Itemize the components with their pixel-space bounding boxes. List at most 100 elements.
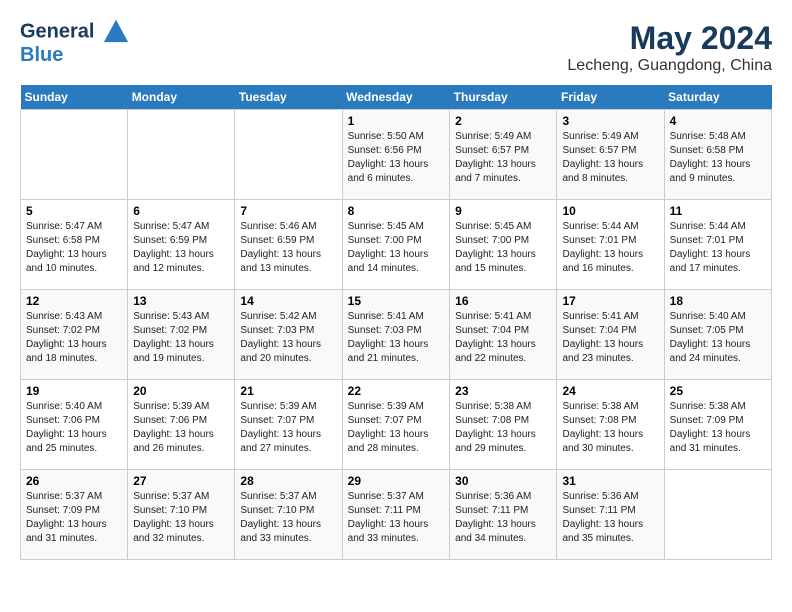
day-info: Sunrise: 5:45 AM Sunset: 7:00 PM Dayligh… <box>348 220 445 276</box>
day-info: Sunrise: 5:43 AM Sunset: 7:02 PM Dayligh… <box>133 310 229 366</box>
day-number: 7 <box>240 204 336 218</box>
day-number: 9 <box>455 204 551 218</box>
day-info: Sunrise: 5:38 AM Sunset: 7:08 PM Dayligh… <box>562 400 658 456</box>
calendar-cell <box>21 110 128 200</box>
calendar-cell <box>664 470 771 560</box>
day-number: 29 <box>348 474 445 488</box>
day-info: Sunrise: 5:50 AM Sunset: 6:56 PM Dayligh… <box>348 130 445 186</box>
calendar-cell: 29 Sunrise: 5:37 AM Sunset: 7:11 PM Dayli… <box>342 470 450 560</box>
dow-friday: Friday <box>557 85 664 110</box>
day-number: 12 <box>26 294 122 308</box>
calendar-cell: 26 Sunrise: 5:37 AM Sunset: 7:09 PM Dayli… <box>21 470 128 560</box>
days-of-week-row: SundayMondayTuesdayWednesdayThursdayFrid… <box>21 85 772 110</box>
day-number: 31 <box>562 474 658 488</box>
day-info: Sunrise: 5:39 AM Sunset: 7:07 PM Dayligh… <box>240 400 336 456</box>
calendar-cell: 25 Sunrise: 5:38 AM Sunset: 7:09 PM Dayli… <box>664 380 771 470</box>
calendar-cell: 7 Sunrise: 5:46 AM Sunset: 6:59 PM Daylig… <box>235 200 342 290</box>
calendar-cell: 17 Sunrise: 5:41 AM Sunset: 7:04 PM Dayli… <box>557 290 664 380</box>
calendar-cell: 22 Sunrise: 5:39 AM Sunset: 7:07 PM Dayli… <box>342 380 450 470</box>
day-info: Sunrise: 5:46 AM Sunset: 6:59 PM Dayligh… <box>240 220 336 276</box>
calendar-cell <box>128 110 235 200</box>
day-number: 11 <box>670 204 766 218</box>
calendar-cell: 14Sunrise: 5:42 AM Sunset: 7:03 PM Dayli… <box>235 290 342 380</box>
day-info: Sunrise: 5:37 AM Sunset: 7:09 PM Dayligh… <box>26 490 122 546</box>
week-row-5: 26 Sunrise: 5:37 AM Sunset: 7:09 PM Dayli… <box>21 470 772 560</box>
dow-thursday: Thursday <box>450 85 557 110</box>
day-info: Sunrise: 5:37 AM Sunset: 7:10 PM Dayligh… <box>133 490 229 546</box>
day-number: 26 <box>26 474 122 488</box>
day-info: Sunrise: 5:49 AM Sunset: 6:57 PM Dayligh… <box>455 130 551 186</box>
calendar-body: 1Sunrise: 5:50 AM Sunset: 6:56 PM Daylig… <box>21 110 772 560</box>
day-number: 20 <box>133 384 229 398</box>
dow-saturday: Saturday <box>664 85 771 110</box>
calendar-cell: 11 Sunrise: 5:44 AM Sunset: 7:01 PM Dayli… <box>664 200 771 290</box>
day-info: Sunrise: 5:37 AM Sunset: 7:10 PM Dayligh… <box>240 490 336 546</box>
day-number: 25 <box>670 384 766 398</box>
calendar-cell: 19 Sunrise: 5:40 AM Sunset: 7:06 PM Dayli… <box>21 380 128 470</box>
day-info: Sunrise: 5:38 AM Sunset: 7:09 PM Dayligh… <box>670 400 766 456</box>
calendar-cell: 13 Sunrise: 5:43 AM Sunset: 7:02 PM Dayli… <box>128 290 235 380</box>
day-number: 23 <box>455 384 551 398</box>
day-number: 21 <box>240 384 336 398</box>
day-info: Sunrise: 5:40 AM Sunset: 7:06 PM Dayligh… <box>26 400 122 456</box>
day-number: 24 <box>562 384 658 398</box>
calendar-cell: 23 Sunrise: 5:38 AM Sunset: 7:08 PM Dayli… <box>450 380 557 470</box>
calendar-table: SundayMondayTuesdayWednesdayThursdayFrid… <box>20 85 772 560</box>
day-number: 22 <box>348 384 445 398</box>
calendar-cell: 9 Sunrise: 5:45 AM Sunset: 7:00 PM Daylig… <box>450 200 557 290</box>
day-info: Sunrise: 5:39 AM Sunset: 7:06 PM Dayligh… <box>133 400 229 456</box>
day-number: 18 <box>670 294 766 308</box>
day-info: Sunrise: 5:42 AM Sunset: 7:03 PM Dayligh… <box>240 310 336 366</box>
week-row-3: 12 Sunrise: 5:43 AM Sunset: 7:02 PM Dayli… <box>21 290 772 380</box>
calendar-cell: 3 Sunrise: 5:49 AM Sunset: 6:57 PM Daylig… <box>557 110 664 200</box>
calendar-cell: 12Sunrise: 5:43 AM Sunset: 7:02 PM Dayli… <box>21 290 128 380</box>
calendar-cell: 15Sunrise: 5:41 AM Sunset: 7:03 PM Dayli… <box>342 290 450 380</box>
day-number: 3 <box>562 114 658 128</box>
day-number: 10 <box>562 204 658 218</box>
page-header: General Blue May 2024 Lecheng, Guangdong… <box>20 20 772 75</box>
logo-icon <box>102 16 130 44</box>
day-number: 27 <box>133 474 229 488</box>
calendar-cell: 4Sunrise: 5:48 AM Sunset: 6:58 PM Daylig… <box>664 110 771 200</box>
calendar-cell: 27 Sunrise: 5:37 AM Sunset: 7:10 PM Dayli… <box>128 470 235 560</box>
calendar-cell: 16 Sunrise: 5:41 AM Sunset: 7:04 PM Dayli… <box>450 290 557 380</box>
day-info: Sunrise: 5:37 AM Sunset: 7:11 PM Dayligh… <box>348 490 445 546</box>
calendar-cell: 18 Sunrise: 5:40 AM Sunset: 7:05 PM Dayli… <box>664 290 771 380</box>
week-row-4: 19 Sunrise: 5:40 AM Sunset: 7:06 PM Dayli… <box>21 380 772 470</box>
day-info: Sunrise: 5:36 AM Sunset: 7:11 PM Dayligh… <box>562 490 658 546</box>
day-info: Sunrise: 5:45 AM Sunset: 7:00 PM Dayligh… <box>455 220 551 276</box>
day-number: 15 <box>348 294 445 308</box>
calendar-cell: 30Sunrise: 5:36 AM Sunset: 7:11 PM Dayli… <box>450 470 557 560</box>
logo: General Blue <box>20 20 130 67</box>
day-number: 17 <box>562 294 658 308</box>
month-year: May 2024 <box>567 20 772 57</box>
day-number: 4 <box>670 114 766 128</box>
day-number: 28 <box>240 474 336 488</box>
day-number: 8 <box>348 204 445 218</box>
day-info: Sunrise: 5:38 AM Sunset: 7:08 PM Dayligh… <box>455 400 551 456</box>
week-row-2: 5Sunrise: 5:47 AM Sunset: 6:58 PM Daylig… <box>21 200 772 290</box>
calendar-cell: 20 Sunrise: 5:39 AM Sunset: 7:06 PM Dayli… <box>128 380 235 470</box>
dow-tuesday: Tuesday <box>235 85 342 110</box>
dow-sunday: Sunday <box>21 85 128 110</box>
day-info: Sunrise: 5:44 AM Sunset: 7:01 PM Dayligh… <box>562 220 658 276</box>
day-number: 2 <box>455 114 551 128</box>
day-info: Sunrise: 5:47 AM Sunset: 6:59 PM Dayligh… <box>133 220 229 276</box>
day-info: Sunrise: 5:36 AM Sunset: 7:11 PM Dayligh… <box>455 490 551 546</box>
day-info: Sunrise: 5:41 AM Sunset: 7:04 PM Dayligh… <box>562 310 658 366</box>
day-number: 5 <box>26 204 122 218</box>
day-info: Sunrise: 5:49 AM Sunset: 6:57 PM Dayligh… <box>562 130 658 186</box>
day-info: Sunrise: 5:40 AM Sunset: 7:05 PM Dayligh… <box>670 310 766 366</box>
location: Lecheng, Guangdong, China <box>567 57 772 75</box>
calendar-cell: 8 Sunrise: 5:45 AM Sunset: 7:00 PM Daylig… <box>342 200 450 290</box>
day-number: 16 <box>455 294 551 308</box>
day-number: 13 <box>133 294 229 308</box>
day-info: Sunrise: 5:44 AM Sunset: 7:01 PM Dayligh… <box>670 220 766 276</box>
calendar-cell: 1Sunrise: 5:50 AM Sunset: 6:56 PM Daylig… <box>342 110 450 200</box>
calendar-cell: 5Sunrise: 5:47 AM Sunset: 6:58 PM Daylig… <box>21 200 128 290</box>
day-info: Sunrise: 5:41 AM Sunset: 7:04 PM Dayligh… <box>455 310 551 366</box>
day-number: 19 <box>26 384 122 398</box>
day-info: Sunrise: 5:39 AM Sunset: 7:07 PM Dayligh… <box>348 400 445 456</box>
calendar-cell: 6Sunrise: 5:47 AM Sunset: 6:59 PM Daylig… <box>128 200 235 290</box>
week-row-1: 1Sunrise: 5:50 AM Sunset: 6:56 PM Daylig… <box>21 110 772 200</box>
